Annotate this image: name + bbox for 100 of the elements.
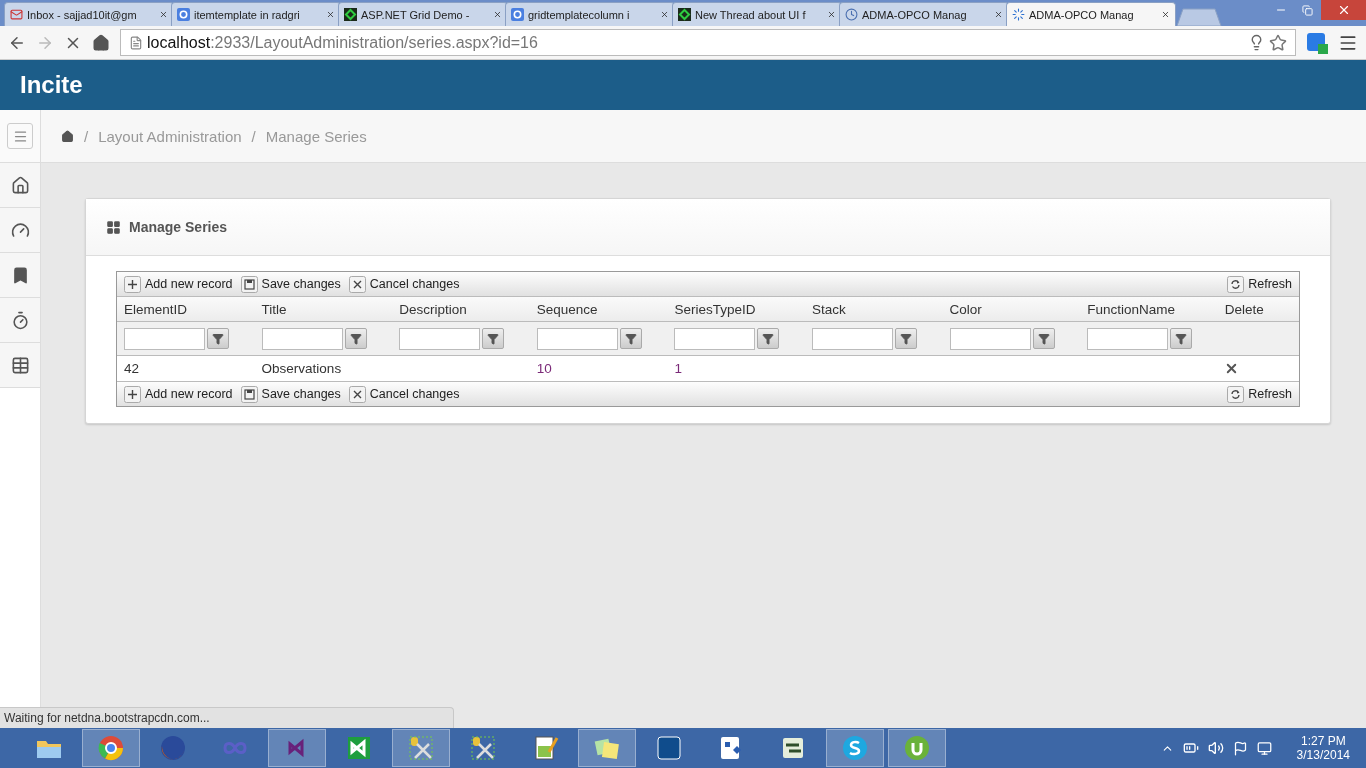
close-icon — [348, 275, 366, 293]
app-icon — [841, 734, 869, 762]
refresh-button[interactable]: Refresh — [1227, 385, 1292, 403]
browser-tab[interactable]: ADMA-OPCO Manag — [1006, 2, 1176, 26]
tab-title: ASP.NET Grid Demo - — [361, 8, 471, 21]
filter-button[interactable] — [207, 328, 229, 349]
browser-tab[interactable]: gridtemplatecolumn i — [505, 2, 675, 26]
gauge-icon — [10, 220, 30, 240]
close-icon[interactable] — [994, 10, 1003, 19]
filter-button[interactable] — [894, 328, 917, 349]
table-cell-text: 1 — [673, 361, 683, 376]
browser-tab[interactable]: itemtemplate in radgri — [171, 2, 341, 26]
tab-title: New Thread about UI f — [695, 8, 807, 21]
toolbar-button[interactable]: Save changes — [240, 385, 341, 403]
home-icon — [10, 175, 30, 195]
restore-icon — [1302, 4, 1313, 16]
app-icon — [345, 734, 373, 762]
column-header[interactable]: Sequence — [529, 301, 668, 317]
new-tab-button[interactable] — [1173, 8, 1223, 26]
filter-field[interactable] — [811, 327, 893, 350]
tab-title: itemtemplate in radgri — [194, 8, 301, 21]
close-icon[interactable] — [1161, 10, 1170, 19]
close-icon[interactable] — [660, 10, 669, 19]
filter-icon — [349, 332, 362, 345]
column-header[interactable]: Color — [942, 301, 1081, 317]
column-header[interactable]: Delete — [1217, 301, 1299, 317]
loading-icon — [1012, 8, 1025, 21]
button-label: Cancel changes — [369, 277, 460, 291]
toolbar-button[interactable]: Cancel changes — [348, 275, 460, 293]
button-label: Cancel changes — [369, 387, 460, 401]
app-icon — [655, 734, 683, 762]
filter-button[interactable] — [344, 328, 367, 349]
browser-tab[interactable]: ASP.NET Grid Demo - — [338, 2, 508, 26]
refresh-button[interactable]: Refresh — [1227, 275, 1292, 293]
column-header[interactable]: ElementID — [117, 301, 255, 317]
speaker-icon[interactable] — [1207, 740, 1224, 756]
button-label: Add new record — [145, 277, 233, 291]
filter-field[interactable] — [1087, 327, 1169, 350]
column-header[interactable]: Description — [392, 301, 530, 317]
network-icon[interactable] — [1256, 740, 1272, 756]
sidebar-item[interactable] — [0, 253, 40, 298]
taskbar-button[interactable] — [888, 729, 946, 767]
filter-field[interactable] — [261, 327, 343, 350]
filter-icon — [487, 332, 500, 345]
flag-icon[interactable] — [1232, 740, 1248, 756]
filter-button[interactable] — [619, 328, 642, 349]
button-label: Add new record — [145, 387, 233, 401]
sidebar-item[interactable] — [0, 298, 40, 343]
taskbar-button[interactable] — [826, 729, 884, 767]
stopwatch-icon — [10, 310, 30, 330]
app-icon — [903, 734, 931, 762]
filter-icon — [212, 332, 224, 345]
filter-field[interactable] — [399, 327, 481, 350]
filter-button[interactable] — [482, 328, 505, 349]
home-icon[interactable] — [61, 129, 74, 143]
status-text: Waiting for netdna.bootstrapcdn.com... — [0, 707, 454, 728]
star-icon[interactable] — [1269, 33, 1287, 52]
filter-field[interactable] — [536, 327, 618, 350]
close-icon[interactable] — [326, 10, 335, 19]
filter-icon — [624, 332, 637, 345]
close-icon[interactable] — [493, 10, 502, 19]
save-icon — [240, 275, 258, 293]
sidebar-item[interactable] — [0, 163, 40, 208]
column-header[interactable]: SeriesTypeID — [667, 301, 805, 317]
address-bar[interactable]: localhost:2933/LayoutAdministration/series.aspx?id=16 — [120, 29, 1296, 56]
table-icon — [10, 355, 30, 375]
close-icon[interactable] — [827, 10, 836, 19]
filter-icon — [1037, 332, 1050, 345]
filter-field[interactable] — [124, 327, 205, 350]
app-icon — [97, 734, 125, 762]
clock-text[interactable]: 1:27 PM 3/13/2014 — [1296, 734, 1350, 762]
close-icon[interactable] — [159, 10, 168, 19]
refresh-icon — [1227, 385, 1245, 403]
home-icon[interactable] — [92, 33, 110, 52]
extension-icon[interactable] — [1306, 31, 1328, 54]
toolbar-button[interactable]: Save changes — [240, 275, 341, 293]
browser-tab[interactable]: New Thread about UI f — [672, 2, 842, 26]
browser-tab[interactable]: ADMA-OPCO Manag — [839, 2, 1009, 26]
toolbar-button[interactable]: Add new record — [124, 385, 233, 403]
filter-button[interactable] — [757, 328, 780, 349]
column-header[interactable]: FunctionName — [1080, 301, 1218, 317]
sidebar-item[interactable] — [0, 208, 40, 253]
tab-title: ADMA-OPCO Manag — [862, 8, 968, 21]
page-icon — [129, 35, 143, 50]
column-header[interactable]: Title — [254, 301, 393, 317]
taskbar-button[interactable] — [268, 729, 326, 767]
sidebar-item[interactable] — [0, 343, 40, 388]
filter-field[interactable] — [674, 327, 756, 350]
filter-field[interactable] — [949, 327, 1031, 350]
toolbar-button[interactable]: Cancel changes — [348, 385, 460, 403]
brand-title: Incite — [20, 71, 83, 99]
tab-title: gridtemplatecolumn i — [528, 8, 631, 21]
battery-icon[interactable] — [1182, 740, 1199, 756]
filter-button[interactable] — [1032, 328, 1055, 349]
toolbar-button[interactable]: Add new record — [124, 275, 233, 293]
filter-button[interactable] — [1170, 328, 1193, 349]
menu-icon — [12, 128, 28, 144]
diamond-icon — [678, 8, 691, 21]
column-header[interactable]: Stack — [804, 301, 943, 317]
browser-tab[interactable]: Inbox - sajjad10it@gm — [4, 2, 174, 26]
